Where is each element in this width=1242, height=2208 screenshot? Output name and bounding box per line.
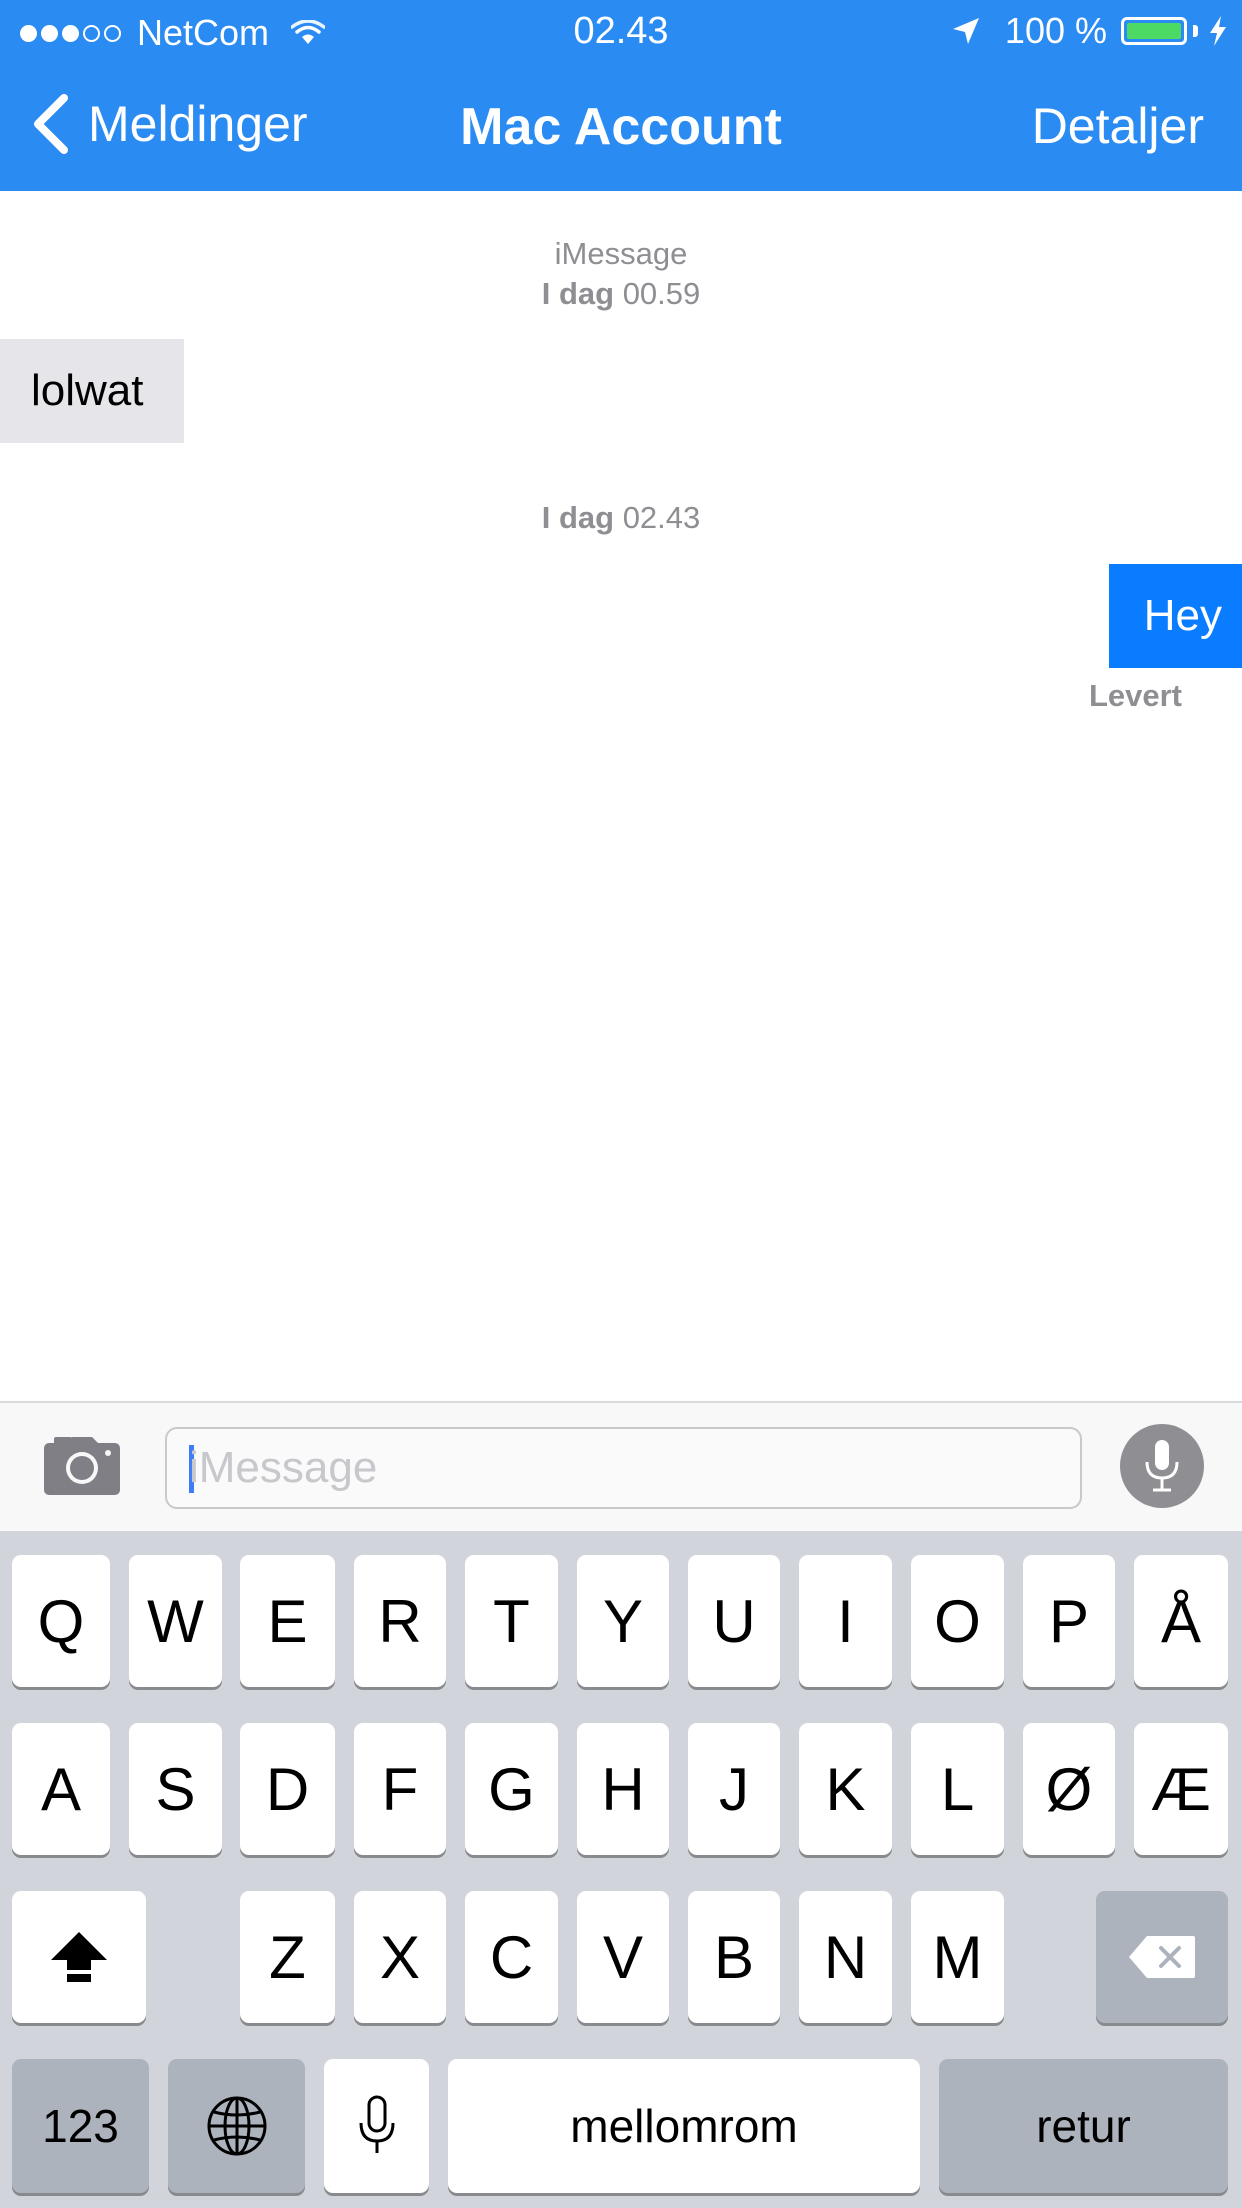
- message-timestamp: I dag 02.43: [0, 498, 1242, 538]
- service-label: iMessage: [554, 236, 688, 271]
- globe-icon: [207, 2096, 266, 2156]
- key[interactable]: Ø: [1023, 1723, 1115, 1855]
- key[interactable]: O: [911, 1555, 1004, 1687]
- details-button[interactable]: Detaljer: [1032, 97, 1204, 155]
- shift-arrow-icon: [51, 1932, 107, 1982]
- signal-dot: [41, 24, 58, 42]
- numbers-key[interactable]: 123: [12, 2059, 149, 2193]
- key[interactable]: Æ: [1134, 1723, 1228, 1855]
- key[interactable]: B: [688, 1891, 780, 2023]
- outgoing-message-bubble[interactable]: Hey: [1109, 564, 1242, 668]
- backspace-icon: [1129, 1936, 1195, 1978]
- nav-bar: Meldinger Mac Account Detaljer: [0, 62, 1242, 191]
- key[interactable]: D: [240, 1723, 335, 1855]
- signal-dot: [104, 24, 121, 42]
- key[interactable]: Z: [240, 1891, 335, 2023]
- dictation-key[interactable]: [324, 2059, 429, 2193]
- bolt-icon: [1210, 16, 1226, 46]
- keyboard: Q W E R T Y U I O P Å A S D F G H J K L …: [0, 1531, 1242, 2208]
- key[interactable]: T: [465, 1555, 558, 1687]
- key[interactable]: C: [465, 1891, 558, 2023]
- timestamp-time: 02.43: [622, 500, 701, 535]
- key[interactable]: X: [354, 1891, 446, 2023]
- key[interactable]: K: [799, 1723, 892, 1855]
- message-input-bar: [0, 1401, 1242, 1531]
- timestamp-day: I dag: [541, 500, 615, 535]
- key[interactable]: N: [799, 1891, 892, 2023]
- key[interactable]: Q: [12, 1555, 110, 1687]
- key[interactable]: Å: [1134, 1555, 1228, 1687]
- key[interactable]: W: [129, 1555, 222, 1687]
- key[interactable]: J: [688, 1723, 780, 1855]
- key[interactable]: P: [1023, 1555, 1115, 1687]
- key[interactable]: A: [12, 1723, 110, 1855]
- signal-dot: [62, 24, 79, 42]
- space-key[interactable]: mellomrom: [448, 2059, 920, 2193]
- key[interactable]: M: [911, 1891, 1004, 2023]
- signal-dot: [83, 24, 100, 42]
- location-arrow-icon: [952, 18, 979, 44]
- back-button[interactable]: Meldinger: [30, 92, 308, 156]
- delivery-status: Levert: [1088, 678, 1182, 713]
- voice-message-button[interactable]: [1120, 1424, 1204, 1508]
- key[interactable]: R: [354, 1555, 446, 1687]
- key[interactable]: L: [911, 1723, 1004, 1855]
- message-input[interactable]: [189, 1429, 1049, 1507]
- header: NetCom 02.43 100 % Meldinger Mac Account…: [0, 0, 1242, 191]
- shift-key[interactable]: [12, 1891, 146, 2023]
- battery-percentage: 100 %: [1004, 10, 1107, 51]
- timestamp-day: I dag: [541, 276, 615, 311]
- wifi-icon: [291, 20, 326, 44]
- battery-tip: [1193, 25, 1198, 37]
- back-button-label: Meldinger: [88, 96, 308, 152]
- backspace-key[interactable]: [1096, 1891, 1228, 2023]
- status-bar: NetCom 02.43 100 %: [0, 0, 1242, 62]
- key[interactable]: G: [465, 1723, 558, 1855]
- chevron-left-icon: [34, 94, 68, 154]
- carrier-name: NetCom: [137, 12, 270, 53]
- globe-key[interactable]: [168, 2059, 305, 2193]
- key[interactable]: S: [129, 1723, 222, 1855]
- microphone-icon: [359, 2095, 394, 2153]
- key[interactable]: U: [688, 1555, 780, 1687]
- key[interactable]: F: [354, 1723, 446, 1855]
- signal-dot: [20, 24, 37, 42]
- battery-fill: [1127, 23, 1181, 39]
- message-text-field[interactable]: [165, 1427, 1082, 1509]
- return-key[interactable]: retur: [939, 2059, 1228, 2193]
- key[interactable]: E: [240, 1555, 335, 1687]
- signal-strength-indicator: [20, 24, 125, 42]
- conversation-header-timestamp: iMessage I dag 00.59: [0, 234, 1242, 314]
- key[interactable]: I: [799, 1555, 892, 1687]
- key[interactable]: H: [577, 1723, 669, 1855]
- battery-icon: [1121, 17, 1187, 45]
- camera-icon[interactable]: [44, 1437, 120, 1495]
- timestamp-time: 00.59: [622, 276, 701, 311]
- microphone-icon: [1145, 1440, 1179, 1492]
- incoming-message-bubble[interactable]: lolwat: [0, 339, 184, 443]
- key[interactable]: V: [577, 1891, 669, 2023]
- key[interactable]: Y: [577, 1555, 669, 1687]
